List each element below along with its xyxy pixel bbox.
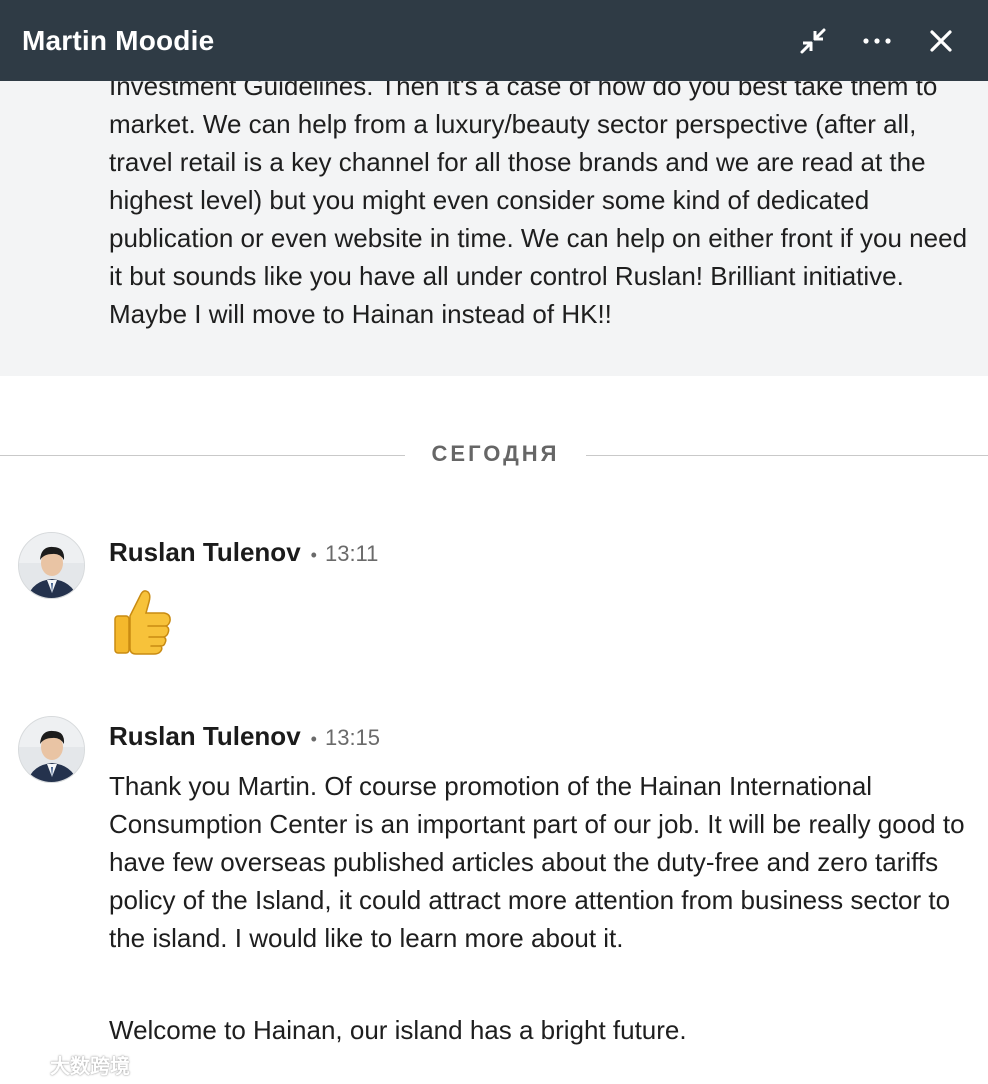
header-actions [770, 0, 962, 81]
watermark-logo-icon [8, 1055, 45, 1072]
meta-separator: • [310, 545, 317, 565]
avatar[interactable] [18, 716, 85, 783]
more-icon[interactable] [856, 20, 898, 62]
message-header: Ruslan Tulenov • 13:11 [109, 537, 378, 568]
date-divider-label: СЕГОДНЯ [431, 441, 560, 466]
chat-header: Martin Moodie [0, 0, 988, 81]
sender-name[interactable]: Ruslan Tulenov [109, 537, 301, 568]
message-text: Thank you Martin. Of course promotion of… [109, 771, 965, 953]
collapse-icon[interactable] [792, 20, 834, 62]
thumbs-up-emoji-icon [108, 586, 178, 656]
divider-line-right [586, 455, 988, 456]
message-text: Welcome to Hainan, our island has a brig… [109, 1015, 687, 1045]
date-divider: СЕГОДНЯ [0, 437, 988, 473]
divider-line-left [0, 455, 405, 456]
meta-separator: • [310, 729, 317, 749]
message-header: Ruslan Tulenov • 13:15 [109, 721, 380, 752]
watermark: 大数跨境 [8, 1050, 130, 1079]
watermark-text: 大数跨境 [50, 1056, 130, 1078]
close-icon[interactable] [920, 20, 962, 62]
message-time: 13:11 [324, 541, 379, 566]
avatar[interactable] [18, 532, 85, 599]
previous-message-text: Investment Guidelines. Then it's a case … [109, 81, 968, 329]
sender-name[interactable]: Ruslan Tulenov [109, 721, 301, 752]
conversation-title[interactable]: Martin Moodie [22, 25, 214, 57]
previous-message: Investment Guidelines. Then it's a case … [0, 81, 988, 376]
message-time: 13:15 [324, 725, 381, 750]
